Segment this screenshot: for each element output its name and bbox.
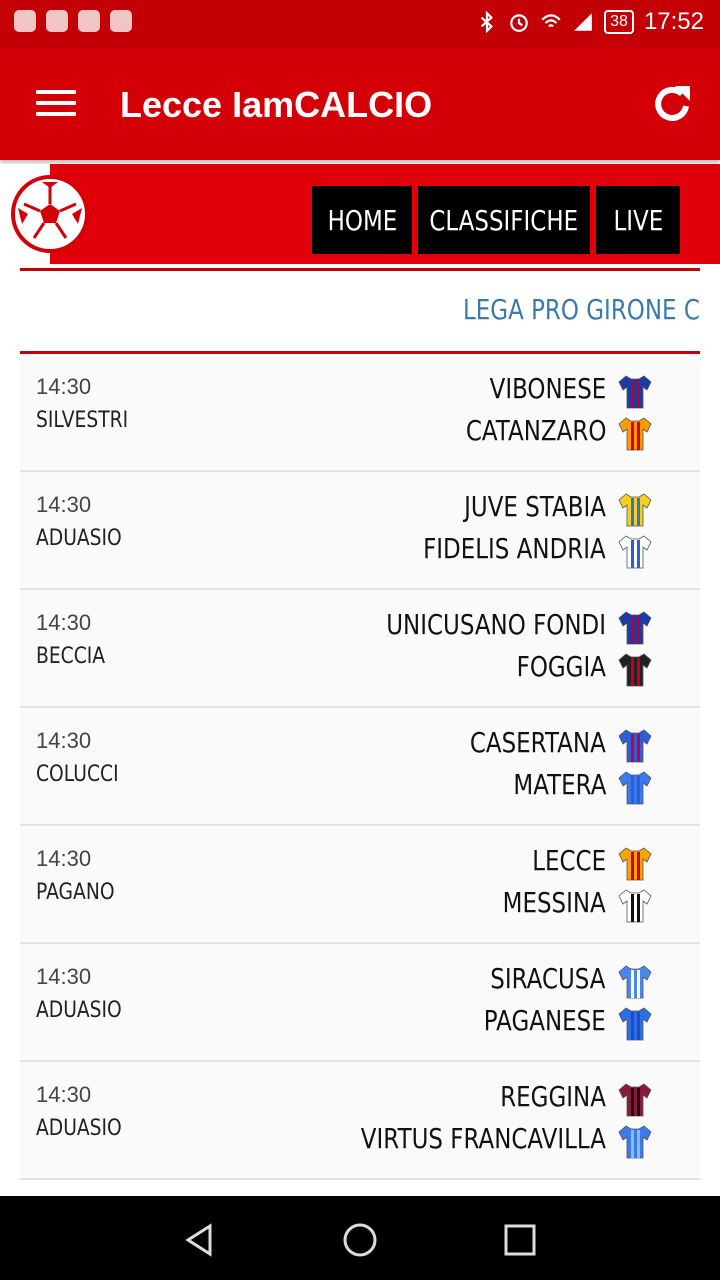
status-bar: 38 17:52 xyxy=(0,0,720,48)
match-time: 14:30 xyxy=(36,492,92,517)
bag-icon xyxy=(110,10,132,32)
match-referee: ADUASIO xyxy=(36,526,122,551)
cloud-icon xyxy=(14,10,36,32)
match-row[interactable]: 14:30 BECCIA UNICUSANO FONDI FOGGIA xyxy=(20,590,700,708)
match-row[interactable]: 14:30 ADUASIO REGGINA VIRTUS FRANCAVILLA xyxy=(20,1062,700,1180)
match-time: 14:30 xyxy=(36,1082,92,1107)
nav-classifiche-button[interactable]: CLASSIFICHE xyxy=(418,186,590,254)
match-time: 14:30 xyxy=(36,610,92,635)
home-team: CASERTANA xyxy=(470,726,606,759)
hamburger-menu-icon[interactable] xyxy=(36,90,76,120)
away-team: PAGANESE xyxy=(484,1004,606,1037)
home-team: VIBONESE xyxy=(489,372,606,405)
away-team: VIRTUS FRANCAVILLA xyxy=(360,1122,606,1155)
wifi-icon xyxy=(541,14,561,28)
match-row[interactable]: 14:30 PAGANO LECCE MESSINA xyxy=(20,826,700,944)
match-referee: COLUCCI xyxy=(36,762,119,787)
home-team: JUVE STABIA xyxy=(464,490,606,523)
battery-indicator: 38 xyxy=(604,10,634,34)
away-team: MESSINA xyxy=(502,886,606,919)
match-time: 14:30 xyxy=(36,846,92,871)
home-team-jersey-icon xyxy=(618,375,652,409)
match-referee: PAGANO xyxy=(36,880,115,905)
home-team: SIRACUSA xyxy=(490,962,606,995)
app-title: Lecce IamCALCIO xyxy=(120,84,433,125)
android-navigation-bar xyxy=(0,1196,720,1280)
away-team: MATERA xyxy=(512,768,606,801)
match-referee: ADUASIO xyxy=(36,1116,122,1141)
match-row[interactable]: 14:30 ADUASIO SIRACUSA PAGANESE xyxy=(20,944,700,1062)
match-referee: ADUASIO xyxy=(36,998,122,1023)
away-team: FOGGIA xyxy=(516,650,606,683)
match-row[interactable]: 14:30 SILVESTRI VIBONESE CATANZARO xyxy=(20,354,700,472)
match-referee: SILVESTRI xyxy=(36,408,129,433)
away-team-jersey-icon xyxy=(618,1007,652,1041)
match-time: 14:30 xyxy=(36,374,92,399)
away-team: FIDELIS ANDRIA xyxy=(423,532,606,565)
twitter-icon xyxy=(78,10,100,32)
bluetooth-icon xyxy=(480,11,494,33)
home-team-jersey-icon xyxy=(618,729,652,763)
home-team-jersey-icon xyxy=(618,1083,652,1117)
refresh-icon[interactable] xyxy=(648,80,696,128)
match-row[interactable]: 14:30 ADUASIO JUVE STABIA FIDELIS ANDRIA xyxy=(20,472,700,590)
home-team: UNICUSANO FONDI xyxy=(386,608,606,641)
home-team-jersey-icon xyxy=(618,965,652,999)
clock: 17:52 xyxy=(643,8,704,35)
match-time: 14:30 xyxy=(36,964,92,989)
nav-home-button[interactable]: HOME xyxy=(312,186,412,254)
match-list-container: LEGA PRO GIRONE C 14:30 SILVESTRI VIBONESE… xyxy=(20,268,700,1180)
match-referee: BECCIA xyxy=(36,644,106,669)
away-team: CATANZARO xyxy=(465,414,606,447)
header-banner: HOME CLASSIFICHE LIVE xyxy=(0,164,720,264)
away-team-jersey-icon xyxy=(618,417,652,451)
home-team-jersey-icon xyxy=(618,611,652,645)
app-bar: Lecce IamCALCIO xyxy=(0,48,720,160)
away-team-jersey-icon xyxy=(618,1125,652,1159)
home-circle-icon[interactable] xyxy=(340,1220,380,1260)
home-team-jersey-icon xyxy=(618,847,652,881)
home-team: REGGINA xyxy=(500,1080,606,1113)
away-team-jersey-icon xyxy=(618,771,652,805)
whatsapp-icon xyxy=(46,10,68,32)
soccer-ball-logo xyxy=(11,175,89,253)
away-team-jersey-icon xyxy=(618,889,652,923)
system-icons: 38 17:52 xyxy=(476,8,704,36)
home-team-jersey-icon xyxy=(618,493,652,527)
away-team-jersey-icon xyxy=(618,535,652,569)
top-navigation: HOME CLASSIFICHE LIVE xyxy=(312,186,680,254)
back-icon[interactable] xyxy=(180,1220,220,1260)
home-team: LECCE xyxy=(532,844,606,877)
away-team-jersey-icon xyxy=(618,653,652,687)
notification-icons xyxy=(14,10,132,32)
match-row[interactable]: 14:30 COLUCCI CASERTANA MATERA xyxy=(20,708,700,826)
alarm-icon xyxy=(510,14,528,32)
nav-live-button[interactable]: LIVE xyxy=(596,186,680,254)
match-list: 14:30 SILVESTRI VIBONESE CATANZARO 14:30 ADUA… xyxy=(20,354,700,1180)
signal-icon xyxy=(574,13,592,31)
recents-icon[interactable] xyxy=(500,1220,540,1260)
league-title: LEGA PRO GIRONE C xyxy=(463,293,700,326)
match-time: 14:30 xyxy=(36,728,92,753)
